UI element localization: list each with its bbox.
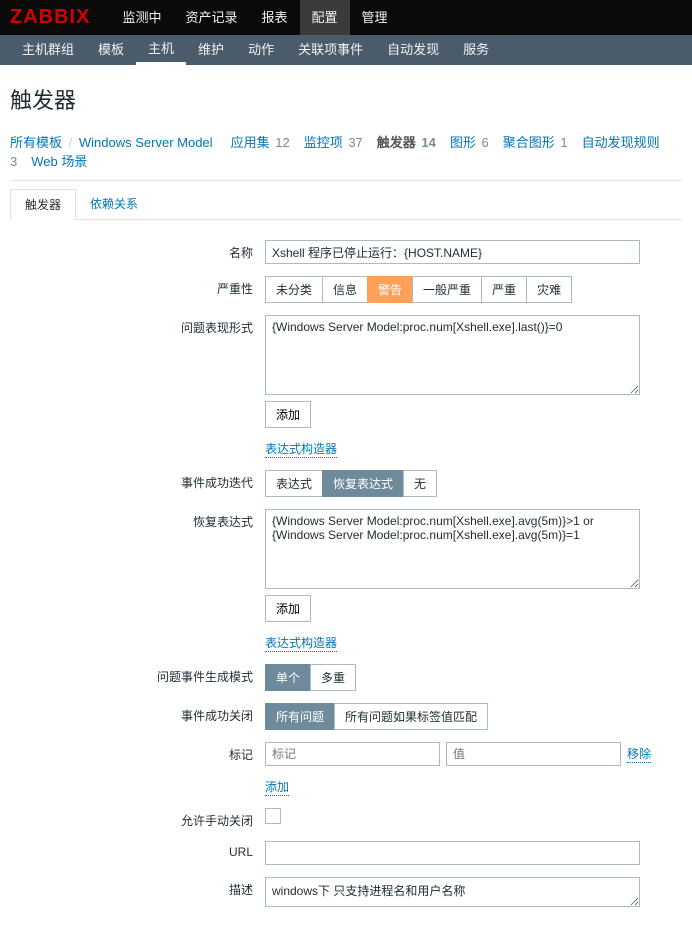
breadcrumb-item[interactable]: 监控项 37 [304,135,363,150]
tag-remove-link[interactable]: 移除 [627,745,651,763]
recovery-expression-label: 恢复表达式 [10,509,265,530]
breadcrumb-item[interactable]: 应用集 12 [231,135,290,150]
description-label: 描述 [10,877,265,898]
topnav-item[interactable]: 报表 [249,0,299,35]
manual-close-checkbox[interactable] [265,808,281,824]
tags-label: 标记 [10,742,265,763]
breadcrumb-separator: / [69,135,73,150]
problem-mode-option[interactable]: 多重 [310,664,356,691]
recovery-expression-textarea[interactable] [265,509,640,589]
event-close-label: 事件成功关闭 [10,703,265,724]
url-label: URL [10,841,265,859]
severity-label: 严重性 [10,276,265,297]
url-input[interactable] [265,841,640,865]
top-nav: 监测中资产记录报表配置管理 [110,0,399,35]
topnav-item[interactable]: 管理 [350,0,400,35]
tab[interactable]: 触发器 [10,189,76,220]
severity-option[interactable]: 信息 [322,276,368,303]
topnav-item[interactable]: 监测中 [110,0,173,35]
name-label: 名称 [10,240,265,261]
manual-close-label: 允许手动关闭 [10,808,265,829]
event-generation-option[interactable]: 恢复表达式 [322,470,404,497]
logo: ZABBIX [10,6,90,29]
severity-option[interactable]: 严重 [481,276,527,303]
event-generation-label: 事件成功迭代 [10,470,265,491]
tabs: 触发器依赖关系 [10,189,682,220]
tag-name-input[interactable] [265,742,440,766]
breadcrumb-template[interactable]: Windows Server Model [79,135,213,150]
expression-constructor-link[interactable]: 表达式构造器 [265,440,337,458]
problem-mode-option[interactable]: 单个 [265,664,311,691]
breadcrumb-item[interactable]: 聚合图形 1 [503,135,568,150]
expression-add-button[interactable]: 添加 [265,401,311,428]
severity-option[interactable]: 未分类 [265,276,323,303]
problem-mode-label: 问题事件生成模式 [10,664,265,685]
severity-option[interactable]: 一般严重 [412,276,482,303]
description-textarea[interactable] [265,877,640,907]
page-title: 触发器 [10,83,682,115]
severity-option[interactable]: 灾难 [526,276,572,303]
subnav-item[interactable]: 模板 [86,35,136,65]
tag-value-input[interactable] [446,742,621,766]
severity-option[interactable]: 警告 [367,276,413,303]
expression-textarea[interactable] [265,315,640,395]
subnav-item[interactable]: 关联项事件 [286,35,375,65]
breadcrumb: 所有模板 / Windows Server Model 应用集 12 监控项 37… [10,127,682,181]
event-generation-option[interactable]: 表达式 [265,470,323,497]
breadcrumb-item[interactable]: 触发器 14 [377,135,436,150]
subnav-item[interactable]: 维护 [186,35,236,65]
expression-label: 问题表现形式 [10,315,265,336]
subnav-item[interactable]: 主机 [136,35,186,65]
event-close-option[interactable]: 所有问题如果标签值匹配 [334,703,488,730]
sub-nav: 主机群组模板主机维护动作关联项事件自动发现服务 [10,35,501,65]
topnav-item[interactable]: 配置 [300,0,350,35]
topnav-item[interactable]: 资产记录 [173,0,249,35]
subnav-item[interactable]: 服务 [451,35,501,65]
subnav-item[interactable]: 自动发现 [375,35,451,65]
subnav-item[interactable]: 动作 [236,35,286,65]
recovery-constructor-link[interactable]: 表达式构造器 [265,634,337,652]
tag-add-link[interactable]: 添加 [265,778,289,796]
tab[interactable]: 依赖关系 [76,189,152,219]
breadcrumb-item[interactable]: Web 场景 [31,154,87,169]
breadcrumb-item[interactable]: 图形 6 [450,135,489,150]
subnav-item[interactable]: 主机群组 [10,35,86,65]
recovery-expression-add-button[interactable]: 添加 [265,595,311,622]
breadcrumb-parent[interactable]: 所有模板 [10,135,62,150]
event-close-option[interactable]: 所有问题 [265,703,335,730]
name-input[interactable] [265,240,640,264]
event-generation-option[interactable]: 无 [403,470,437,497]
